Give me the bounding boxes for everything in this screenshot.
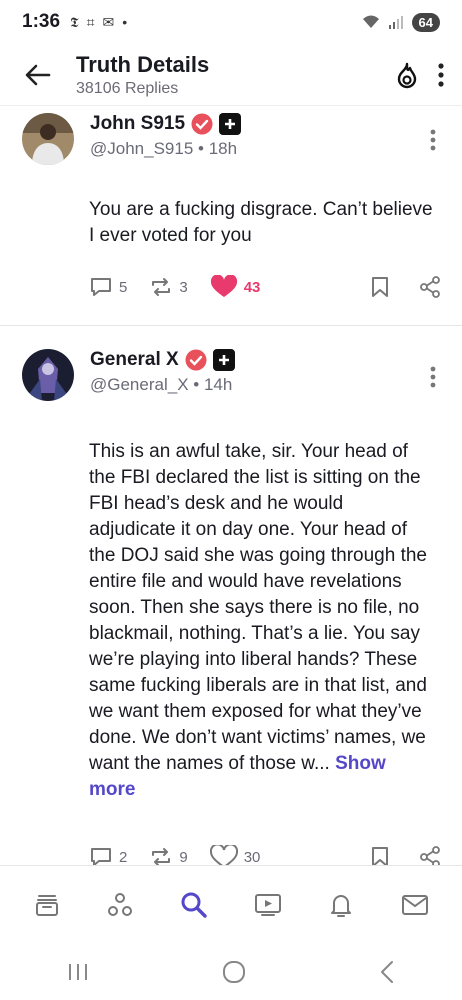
reply-post: John S915 @John_S915 • 18h You are a fuc…: [0, 107, 462, 325]
feed-icon: [35, 894, 58, 916]
reply-post: General X @General_X • 14h This is an aw…: [0, 326, 462, 865]
post-age: 18h: [208, 139, 238, 158]
plus-badge-icon: [219, 113, 242, 135]
bookmark-icon[interactable]: [371, 846, 389, 865]
display-name[interactable]: General X: [90, 349, 179, 371]
battery-indicator: 64: [411, 12, 440, 32]
groups-icon: [108, 892, 133, 916]
dot-icon: •: [122, 14, 128, 30]
handle: @John_S915: [90, 139, 194, 158]
heart-filled-icon: [210, 275, 237, 297]
nav-messages[interactable]: [395, 885, 435, 925]
notifications-icon: [331, 894, 352, 917]
nav-feed[interactable]: [27, 885, 67, 925]
nav-groups[interactable]: [100, 885, 140, 925]
more-options-icon[interactable]: [438, 62, 444, 87]
post-options-icon[interactable]: [430, 366, 436, 388]
retruth-count: 9: [179, 848, 188, 866]
verified-badge-icon: [185, 349, 207, 371]
retruth-count: 3: [179, 278, 188, 296]
like-button[interactable]: 43: [210, 275, 261, 299]
retruth-icon: [152, 848, 171, 865]
page-title: Truth Details: [76, 51, 210, 77]
reply-icon: [91, 848, 111, 865]
post-text: You are a fucking disgrace. Can’t believ…: [89, 199, 433, 246]
video-icon: [254, 893, 281, 916]
share-icon[interactable]: [419, 276, 441, 298]
wifi-icon: [362, 15, 379, 28]
post-text: This is an awful take, sir. Your head of…: [89, 439, 434, 803]
reply-count: 5: [119, 278, 128, 296]
replies-feed[interactable]: John S915 @John_S915 • 18h You are a fuc…: [0, 107, 462, 865]
status-bar: 1:36 𝕿 ⌗ ✉ • 64: [0, 0, 462, 44]
system-back-icon[interactable]: [379, 960, 395, 984]
search-icon: [181, 892, 207, 918]
bottom-nav: [0, 865, 462, 943]
verified-badge-icon: [191, 113, 213, 135]
reply-count: 2: [119, 848, 128, 866]
signal-icon: [388, 16, 403, 29]
app-notification-icon: 𝕿: [70, 13, 79, 30]
mail-notification-icon: ✉: [102, 13, 115, 30]
retruth-button[interactable]: 3: [149, 276, 188, 298]
handle: @General_X: [90, 375, 189, 394]
nav-video[interactable]: [248, 885, 288, 925]
avatar[interactable]: [22, 349, 74, 401]
app-header: Truth Details 38106 Replies: [0, 44, 462, 106]
reply-button[interactable]: 5: [89, 276, 127, 298]
post-age: 14h: [203, 375, 233, 394]
reply-icon: [91, 278, 111, 296]
plus-badge-icon: [212, 349, 235, 371]
system-nav: [0, 943, 462, 1000]
nav-notifications[interactable]: [321, 885, 361, 925]
share-icon[interactable]: [419, 846, 441, 865]
reply-count: 38106 Replies: [76, 79, 179, 97]
retruth-button[interactable]: 9: [149, 846, 188, 866]
home-icon[interactable]: [222, 960, 246, 984]
like-button[interactable]: 30: [209, 845, 261, 866]
recent-apps-icon[interactable]: [67, 962, 89, 982]
post-body: This is an awful take, sir. Your head of…: [89, 441, 427, 774]
trending-flame-icon[interactable]: [394, 61, 420, 89]
back-button[interactable]: [18, 55, 58, 95]
avatar[interactable]: [22, 113, 74, 165]
post-options-icon[interactable]: [430, 129, 436, 151]
bookmark-icon[interactable]: [371, 276, 389, 298]
heart-outline-icon: [209, 845, 238, 865]
like-count: 43: [243, 278, 261, 296]
messages-icon: [402, 894, 429, 915]
like-count: 30: [243, 848, 261, 866]
status-time: 1:36: [22, 11, 61, 32]
display-name[interactable]: John S915: [90, 113, 185, 135]
reply-button[interactable]: 2: [89, 846, 127, 865]
back-arrow-icon: [25, 64, 51, 85]
retruth-icon: [152, 278, 171, 296]
nav-search[interactable]: [174, 885, 214, 925]
screen-capture-icon: ⌗: [86, 13, 95, 30]
